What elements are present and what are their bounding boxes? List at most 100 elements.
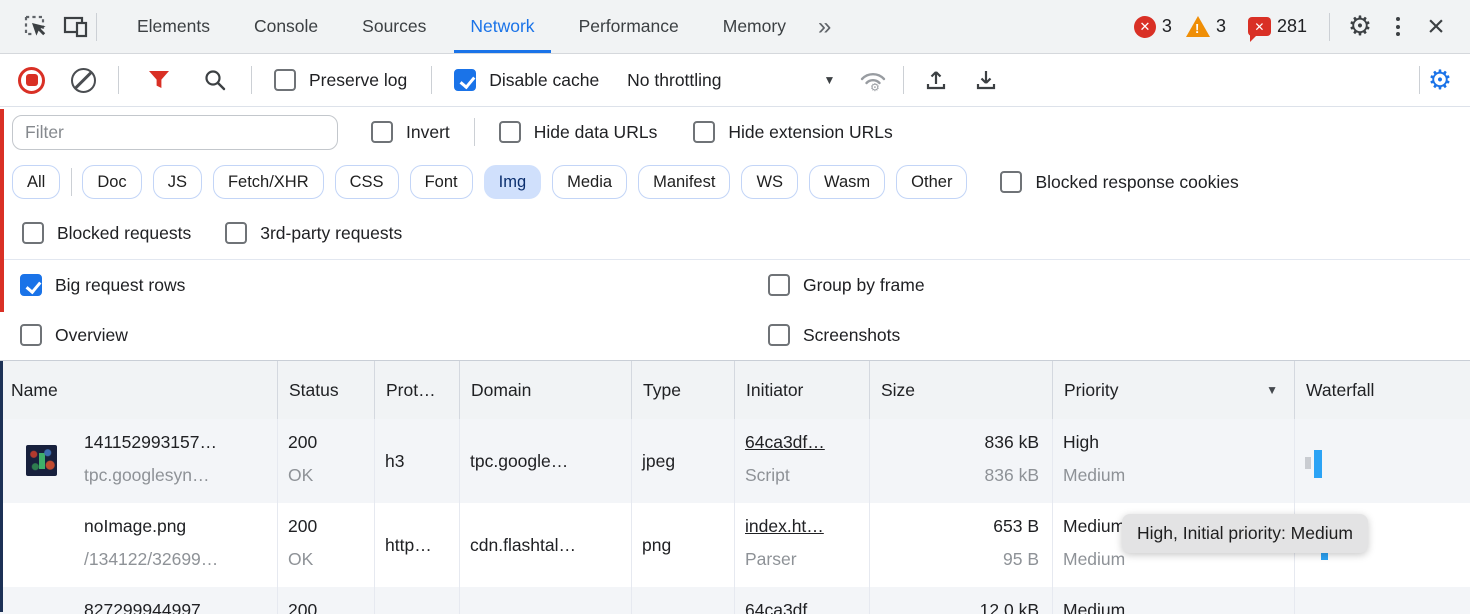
- network-settings-pane: Big request rows Group by frame Overview…: [0, 260, 1470, 361]
- network-settings-button[interactable]: ⚙: [1420, 60, 1460, 100]
- preserve-log-checkbox[interactable]: Preserve log: [274, 69, 407, 91]
- settings-row-1: Big request rows Group by frame: [0, 260, 1470, 310]
- console-error-badge[interactable]: ✕ 3 ! 3: [1134, 16, 1234, 38]
- table-header: Name Status Prot… Domain Type Initiator …: [0, 361, 1470, 419]
- checkbox-unchecked: [693, 121, 715, 143]
- tab-console[interactable]: Console: [232, 0, 340, 53]
- clear-network-log-button[interactable]: [71, 68, 96, 93]
- hide-data-urls-checkbox[interactable]: Hide data URLs: [499, 121, 658, 143]
- initiator-link[interactable]: 64ca3df: [745, 600, 859, 614]
- tab-sources[interactable]: Sources: [340, 0, 448, 53]
- error-count: 3: [1162, 16, 1172, 37]
- device-toolbar-icon: [62, 14, 90, 40]
- column-header-protocol[interactable]: Prot…: [375, 361, 460, 419]
- chip-wasm[interactable]: Wasm: [809, 165, 885, 199]
- big-request-rows-checkbox[interactable]: Big request rows: [20, 274, 185, 296]
- divider: [251, 66, 252, 94]
- toggle-device-toolbar-button[interactable]: [56, 7, 96, 47]
- screenshots-checkbox[interactable]: Screenshots: [768, 324, 900, 346]
- checkbox-checked: [454, 69, 476, 91]
- chip-fetch-xhr[interactable]: Fetch/XHR: [213, 165, 324, 199]
- close-icon: ×: [1423, 12, 1449, 42]
- chip-media[interactable]: Media: [552, 165, 627, 199]
- priority-tooltip: High, Initial priority: Medium: [1122, 514, 1368, 553]
- chip-all[interactable]: All: [12, 165, 60, 199]
- status-text: OK: [288, 549, 364, 570]
- checkbox-unchecked: [768, 274, 790, 296]
- record-network-log-button[interactable]: [18, 67, 45, 94]
- inspect-element-button[interactable]: [16, 7, 56, 47]
- chip-js[interactable]: JS: [153, 165, 202, 199]
- filter-row-1: Invert Hide data URLs Hide extension URL…: [0, 107, 1470, 157]
- column-header-name[interactable]: Name: [0, 361, 278, 419]
- waterfall-waiting-bar: [1305, 457, 1311, 469]
- tab-performance[interactable]: Performance: [557, 0, 701, 53]
- chip-doc[interactable]: Doc: [82, 165, 141, 199]
- divider: [71, 168, 72, 196]
- invert-checkbox[interactable]: Invert: [371, 121, 450, 143]
- checkbox-checked: [20, 274, 42, 296]
- issues-badge[interactable]: ✕ 281: [1248, 16, 1315, 37]
- hide-extension-urls-checkbox[interactable]: Hide extension URLs: [693, 121, 892, 143]
- table-row[interactable]: 827299944997 200 64ca3df 12.0 kB Medium: [0, 587, 1470, 614]
- network-conditions-button[interactable]: ⚙: [853, 60, 893, 100]
- import-har-button[interactable]: [916, 60, 956, 100]
- disable-cache-checkbox[interactable]: Disable cache: [454, 69, 599, 91]
- third-party-requests-checkbox[interactable]: 3rd-party requests: [225, 222, 402, 244]
- chip-css[interactable]: CSS: [335, 165, 399, 199]
- divider: [431, 66, 432, 94]
- column-header-domain[interactable]: Domain: [460, 361, 632, 419]
- filter-toggle-button[interactable]: [139, 60, 179, 100]
- tab-elements[interactable]: Elements: [115, 0, 232, 53]
- column-header-priority[interactable]: Priority ▼: [1053, 361, 1295, 419]
- table-row[interactable]: 141152993157… tpc.googlesyn… 200 OK h3 t…: [0, 419, 1470, 503]
- settings-button[interactable]: ⚙: [1340, 7, 1380, 47]
- column-header-size[interactable]: Size: [870, 361, 1053, 419]
- tab-network[interactable]: Network: [448, 0, 556, 53]
- checkbox-unchecked: [274, 69, 296, 91]
- chip-ws[interactable]: WS: [741, 165, 798, 199]
- settings-row-2: Overview Screenshots: [0, 310, 1470, 360]
- devtools-tabbar: Elements Console Sources Network Perform…: [0, 0, 1470, 54]
- more-tabs-button[interactable]: »: [808, 0, 841, 53]
- initiator-link[interactable]: index.ht…: [745, 516, 859, 537]
- checkbox-unchecked: [20, 324, 42, 346]
- column-header-initiator[interactable]: Initiator: [735, 361, 870, 419]
- group-by-frame-checkbox[interactable]: Group by frame: [768, 274, 925, 296]
- filter-input[interactable]: [12, 115, 338, 150]
- requests-table: Name Status Prot… Domain Type Initiator …: [0, 361, 1470, 614]
- initiator-link[interactable]: 64ca3df…: [745, 432, 859, 453]
- checkbox-unchecked: [1000, 171, 1022, 193]
- blocked-requests-checkbox[interactable]: Blocked requests: [22, 222, 191, 244]
- network-filter-bar: Invert Hide data URLs Hide extension URL…: [0, 107, 1470, 260]
- export-har-button[interactable]: [966, 60, 1006, 100]
- column-header-status[interactable]: Status: [278, 361, 375, 419]
- chip-other[interactable]: Other: [896, 165, 967, 199]
- chip-manifest[interactable]: Manifest: [638, 165, 730, 199]
- status-code: 200: [288, 516, 364, 537]
- request-name: 141152993157…: [84, 432, 267, 453]
- status-code: 200: [288, 600, 364, 614]
- column-header-waterfall[interactable]: Waterfall: [1295, 361, 1470, 419]
- column-header-type[interactable]: Type: [632, 361, 735, 419]
- search-button[interactable]: [195, 60, 235, 100]
- type: png: [642, 535, 671, 556]
- throttling-select[interactable]: No throttling ▼: [627, 70, 835, 91]
- checkbox-unchecked: [499, 121, 521, 143]
- request-path: tpc.googlesyn…: [84, 465, 267, 486]
- more-options-button[interactable]: [1390, 17, 1406, 36]
- gear-icon: ⚙: [1348, 13, 1372, 40]
- tab-memory[interactable]: Memory: [701, 0, 808, 53]
- network-toolbar: Preserve log Disable cache No throttling…: [0, 54, 1470, 107]
- resource-size: 95 B: [880, 549, 1039, 570]
- status-text: OK: [288, 465, 364, 486]
- waterfall-cell: [1295, 587, 1470, 614]
- chip-img[interactable]: Img: [484, 165, 542, 199]
- chip-font[interactable]: Font: [410, 165, 473, 199]
- gear-icon: ⚙: [1428, 67, 1452, 94]
- request-name: 827299944997: [84, 600, 267, 614]
- svg-text:⚙: ⚙: [870, 82, 880, 93]
- overview-checkbox[interactable]: Overview: [20, 324, 128, 346]
- blocked-response-cookies-checkbox[interactable]: Blocked response cookies: [1000, 171, 1238, 193]
- close-devtools-button[interactable]: ×: [1416, 7, 1456, 47]
